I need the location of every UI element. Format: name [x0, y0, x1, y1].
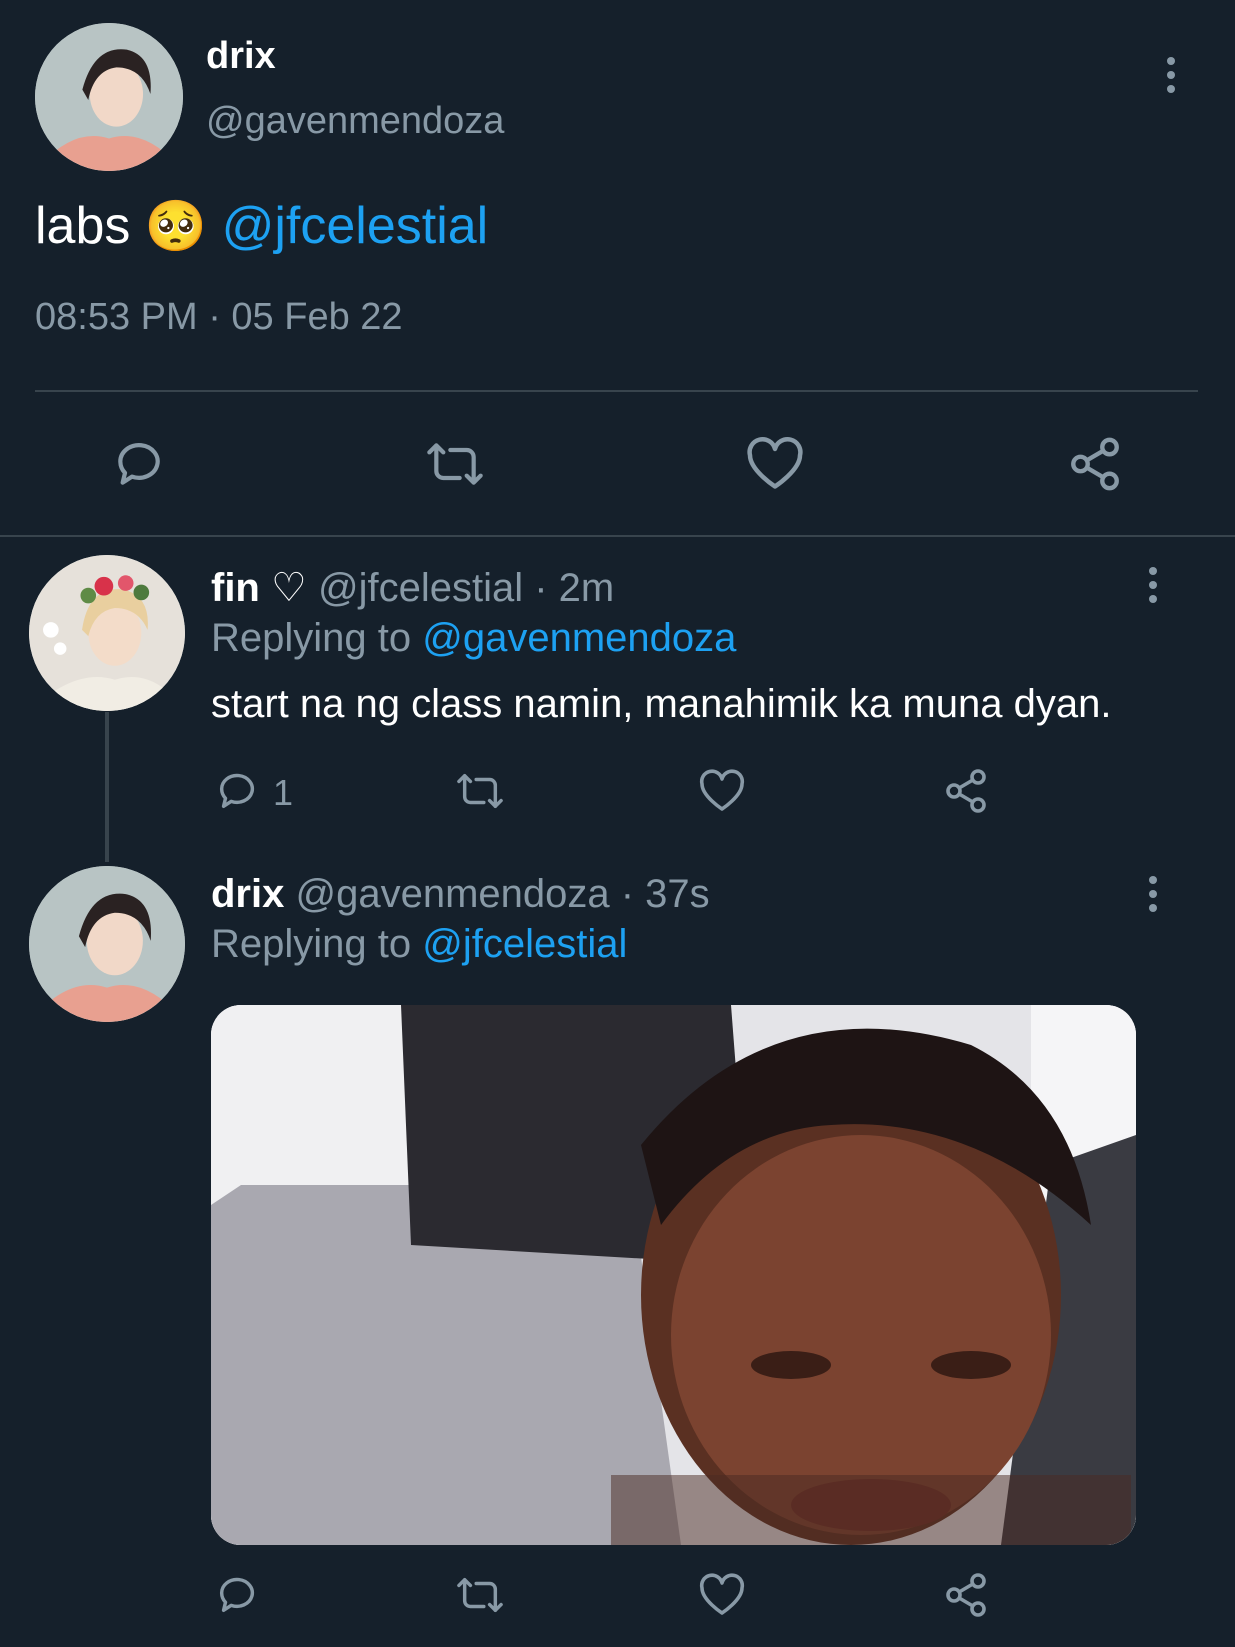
mention-link[interactable]: @jfcelestial [222, 197, 489, 255]
retweet-icon[interactable] [452, 768, 508, 814]
reply-icon[interactable] [110, 436, 168, 492]
main-tweet-text: labs 🥺 @jfcelestial [35, 196, 488, 256]
pleading-face-emoji: 🥺 [144, 198, 208, 254]
share-icon[interactable] [942, 1570, 990, 1620]
replying-to-label: Replying to [211, 616, 412, 660]
more-icon[interactable] [1148, 876, 1158, 918]
more-icon[interactable] [1166, 57, 1176, 99]
retweet-icon[interactable] [452, 1572, 508, 1618]
avatar-drix-main[interactable] [35, 23, 183, 171]
media-image[interactable] [211, 1005, 1136, 1545]
reply-icon[interactable] [214, 768, 260, 814]
share-icon[interactable] [1066, 434, 1124, 494]
retweet-icon[interactable] [422, 436, 488, 492]
thread-line [105, 712, 109, 862]
reply1-time[interactable]: · 2m [534, 566, 614, 610]
main-handle[interactable]: @gavenmendoza [206, 100, 504, 143]
more-icon[interactable] [1148, 567, 1158, 609]
avatar-fin[interactable] [29, 555, 185, 711]
section-divider [0, 535, 1235, 537]
reply1-handle[interactable]: @jfcelestial [318, 566, 523, 610]
like-icon[interactable] [698, 1572, 746, 1618]
replying-to-label: Replying to [211, 922, 412, 966]
reply2-handle[interactable]: @gavenmendoza [295, 872, 609, 916]
main-timestamp[interactable]: 08:53 PM · 05 Feb 22 [35, 296, 403, 339]
share-icon[interactable] [942, 766, 990, 816]
reply2-time[interactable]: · 37s [621, 872, 710, 916]
avatar-drix[interactable] [29, 866, 185, 1022]
main-display-name[interactable]: drix [206, 35, 276, 78]
replying-to-link[interactable]: @gavenmendoza [422, 616, 736, 660]
replying-to-link[interactable]: @jfcelestial [422, 922, 627, 966]
reply2-replying-to: Replying to @jfcelestial [211, 922, 627, 967]
reply-icon[interactable] [214, 1572, 260, 1618]
reply1-text: start na ng class namin, manahimik ka mu… [211, 682, 1112, 726]
reply2-header: drix @gavenmendoza · 37s [211, 872, 710, 917]
heart-emoji: ♡ [271, 566, 307, 610]
reply1-header: fin ♡ @jfcelestial · 2m [211, 565, 614, 611]
reply2-display-name[interactable]: drix [211, 872, 284, 916]
tweet-body: labs [35, 197, 131, 255]
reply1-replying-to: Replying to @gavenmendoza [211, 616, 736, 661]
reply1-display-name[interactable]: fin [211, 566, 260, 610]
reply-count: 1 [273, 772, 294, 813]
like-icon[interactable] [698, 768, 746, 814]
divider [35, 390, 1198, 392]
like-icon[interactable] [745, 436, 805, 492]
